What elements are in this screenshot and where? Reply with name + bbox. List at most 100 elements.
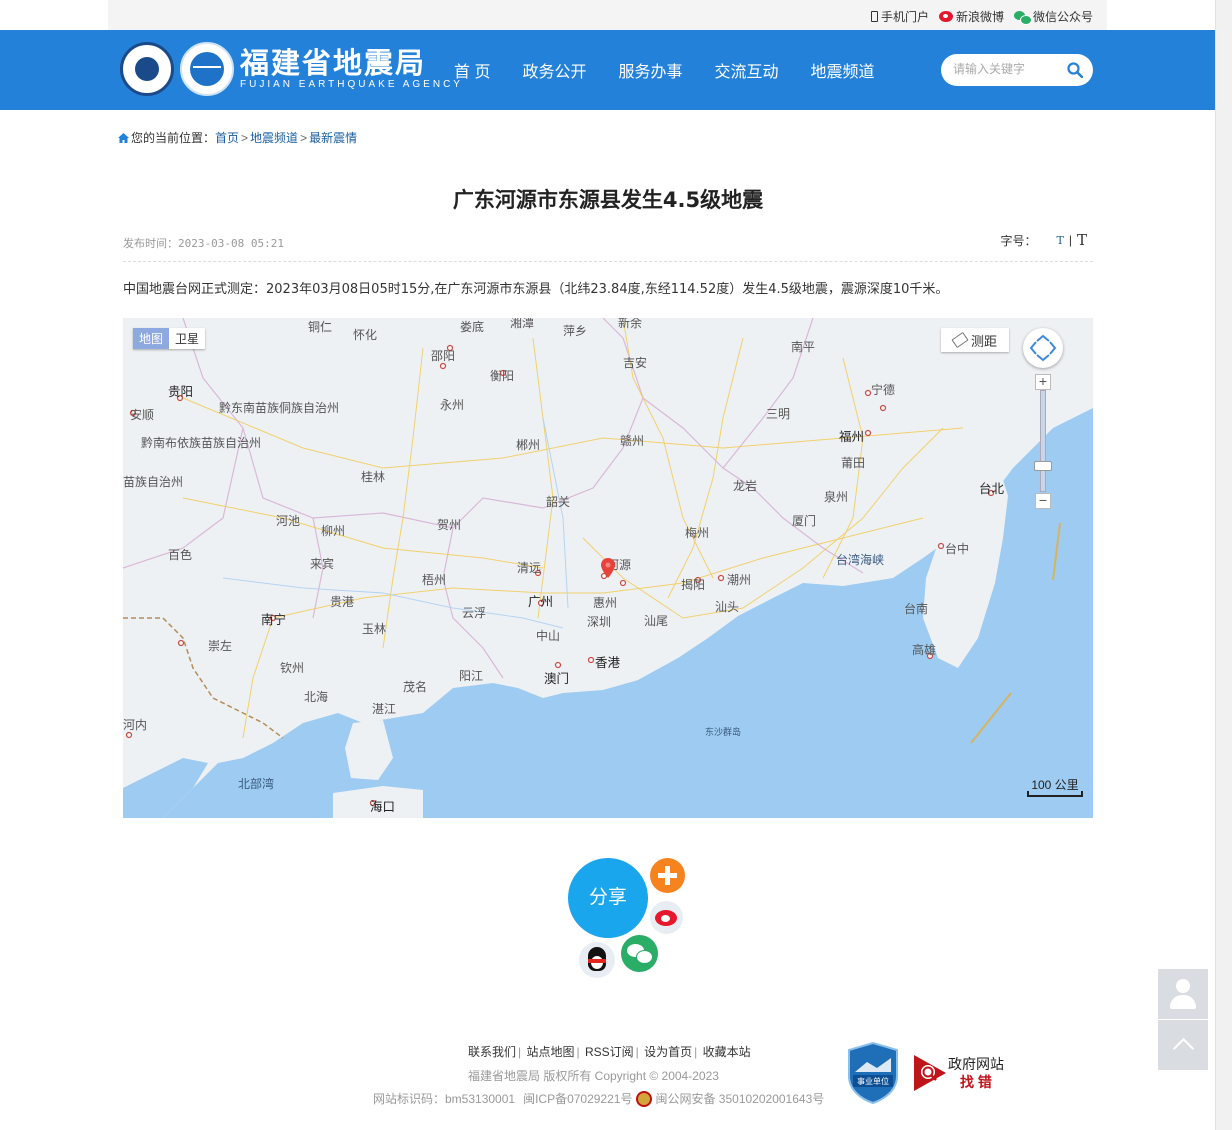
- share-qq-icon[interactable]: [579, 942, 615, 978]
- map-label: 深圳: [587, 615, 612, 629]
- phone-icon: [870, 11, 878, 22]
- back-to-top-chevron-up-icon[interactable]: [1158, 1020, 1208, 1070]
- footer-icp-link[interactable]: 闽ICP备07029221号: [523, 1090, 632, 1107]
- breadcrumb-latest-quakes[interactable]: 最新震情: [309, 129, 357, 146]
- nav-home[interactable]: 首 页: [438, 58, 506, 82]
- map-label: 梧州: [422, 573, 447, 587]
- map-label: 来宾: [310, 557, 335, 571]
- logo-subtitle: FUJIAN EARTHQUAKE AGENCY: [240, 79, 463, 90]
- map-label: 萍乡: [563, 324, 588, 338]
- map-label: 东沙群岛: [705, 727, 742, 737]
- breadcrumb-separator: >: [241, 130, 249, 145]
- epicenter-map[interactable]: 铜仁 怀化 娄底 湘潭 萍乡 新余 南平 贵阳 邵阳 衡阳 吉安 宁德 安顺 黔…: [123, 318, 1093, 818]
- footer-sitemap-link[interactable]: 站点地图: [526, 1045, 574, 1059]
- map-label: 河池: [276, 514, 301, 528]
- zoom-slider[interactable]: [1040, 390, 1046, 492]
- pan-control[interactable]: [1023, 328, 1063, 368]
- side-user-icon[interactable]: [1158, 969, 1208, 1019]
- font-size-large-button[interactable]: T: [1077, 231, 1087, 249]
- footer-links: 联系我们 | 站点地图 | RSS订阅 | 设为首页 | 收藏本站: [468, 1045, 751, 1059]
- footer-rss-link[interactable]: RSS订阅: [585, 1045, 634, 1059]
- share-wechat-icon[interactable]: [621, 935, 658, 972]
- map-label: 贺州: [437, 518, 462, 532]
- police-badge-icon: [636, 1090, 653, 1107]
- footer-set-homepage-link[interactable]: 设为首页: [644, 1045, 692, 1059]
- map-label: 钦州: [280, 661, 305, 675]
- map-label: 莆田: [841, 456, 866, 470]
- nav-government-affairs[interactable]: 政务公开: [506, 58, 602, 82]
- footer-police-link[interactable]: 闽公网安备 35010202001643号: [655, 1090, 824, 1107]
- map-label: 泉州: [824, 490, 849, 504]
- magnifier-icon: [914, 1055, 946, 1091]
- share-more-plus-icon[interactable]: [650, 858, 685, 893]
- map-label: 三明: [766, 407, 791, 421]
- nav-services[interactable]: 服务办事: [602, 58, 698, 82]
- map-type-satellite-button[interactable]: 卫星: [169, 328, 205, 349]
- zoom-slider-handle[interactable]: [1034, 461, 1052, 471]
- share-weibo-icon[interactable]: [650, 901, 683, 934]
- weibo-link[interactable]: 新浪微博: [938, 8, 1004, 25]
- map-label: 海口: [370, 800, 396, 814]
- site-logo[interactable]: 福建省地震局 FUJIAN EARTHQUAKE AGENCY: [120, 42, 463, 96]
- map-label: 台北: [979, 482, 1005, 496]
- article-meta: 发布时间：2023-03-08 05:21 字号： T | T: [123, 227, 1093, 262]
- ruler-icon: [951, 331, 969, 349]
- nav-interaction[interactable]: 交流互动: [698, 58, 794, 82]
- pan-arrows-icon: [1029, 334, 1057, 362]
- map-label: 韶关: [546, 495, 571, 509]
- map-label: 揭阳: [681, 578, 706, 592]
- weibo-icon: [938, 11, 953, 22]
- share-button[interactable]: 分享: [568, 858, 648, 938]
- map-label: 清远: [517, 561, 542, 575]
- zoom-in-button[interactable]: +: [1035, 374, 1051, 390]
- map-type-map-button[interactable]: 地图: [133, 328, 170, 349]
- map-label: 邵阳: [431, 349, 456, 363]
- article-body: 中国地震台网正式测定：2023年03月08日05时15分,在广东河源市东源县（北…: [123, 282, 949, 297]
- gov-site-error-report[interactable]: 政府网站 找 错: [912, 1053, 1004, 1093]
- weibo-label: 新浪微博: [955, 10, 1004, 24]
- font-size-divider: |: [1068, 233, 1072, 247]
- zoom-out-button[interactable]: −: [1035, 493, 1051, 509]
- map-label: 桂林: [361, 470, 386, 484]
- map-label: 惠州: [593, 596, 618, 610]
- breadcrumb-earthquake-channel[interactable]: 地震频道: [250, 129, 298, 146]
- map-label: 龙岩: [733, 479, 758, 493]
- epicenter-marker-icon[interactable]: [601, 558, 615, 578]
- wechat-link[interactable]: 微信公众号: [1013, 8, 1093, 25]
- search-input[interactable]: [953, 62, 1063, 76]
- breadcrumb-home[interactable]: 首页: [215, 129, 239, 146]
- font-size-small-button[interactable]: T: [1057, 234, 1064, 247]
- gov-find-title: 政府网站: [948, 1056, 1004, 1072]
- wechat-icon: [1013, 10, 1032, 25]
- breadcrumb-prefix: 您的当前位置：: [131, 131, 216, 145]
- map-label: 衡阳: [490, 369, 515, 383]
- measure-distance-button[interactable]: 测距: [941, 328, 1009, 352]
- map-label: 宁德: [871, 383, 896, 397]
- map-label: 湘潭: [510, 318, 535, 330]
- map-label: 台湾海峡: [836, 553, 885, 567]
- map-label: 北海: [304, 690, 329, 704]
- mobile-portal-link[interactable]: 手机门户: [870, 8, 929, 25]
- article-title: 广东河源市东源县发生4.5级地震: [452, 188, 764, 212]
- footer-registration: 网站标识码：bm53130001 闽ICP备07029221号 闽公网安备 35…: [373, 1090, 824, 1107]
- map-label: 娄底: [460, 320, 485, 334]
- map-label: 中山: [536, 629, 561, 643]
- nav-earthquake-channel[interactable]: 地震频道: [795, 58, 891, 82]
- public-institution-badge-icon[interactable]: 事业单位: [847, 1042, 899, 1104]
- footer-bookmark-link[interactable]: 收藏本站: [703, 1045, 751, 1059]
- map-label: 潮州: [727, 573, 752, 587]
- map-label: 台南: [904, 602, 929, 616]
- map-label: 赣州: [620, 434, 645, 448]
- publish-time: 发布时间：2023-03-08 05:21: [123, 237, 284, 250]
- footer-contact-link[interactable]: 联系我们: [468, 1045, 516, 1059]
- map-label: 广州: [528, 595, 554, 609]
- map-label: 南平: [791, 340, 816, 354]
- scale-bar: [1027, 791, 1083, 797]
- footer-site-id: 网站标识码：bm53130001: [373, 1092, 516, 1106]
- map-label: 永州: [440, 398, 465, 412]
- map-label: 百色: [168, 548, 193, 562]
- breadcrumb: 您的当前位置： 首页 > 地震频道 > 最新震情: [118, 129, 357, 146]
- page-scrollbar[interactable]: [1215, 0, 1232, 1130]
- search-icon[interactable]: [1067, 62, 1083, 78]
- map-label: 河内: [123, 718, 148, 732]
